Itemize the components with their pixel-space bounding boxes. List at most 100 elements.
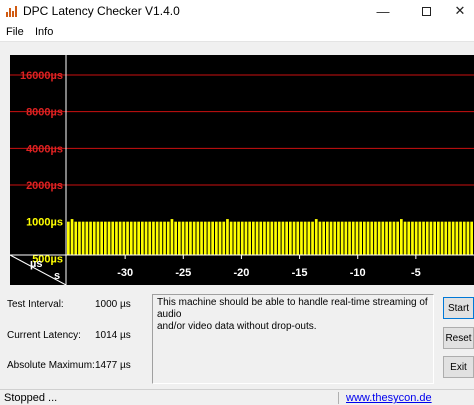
test-interval-label: Test Interval:: [7, 299, 64, 310]
latency-bar: [433, 221, 436, 255]
latency-bar: [333, 221, 337, 255]
latency-bar: [322, 221, 325, 255]
latency-bar: [252, 221, 255, 255]
latency-bar: [374, 221, 377, 255]
latency-bar: [377, 221, 381, 255]
reset-button[interactable]: Reset: [443, 327, 474, 349]
latency-bar: [470, 221, 473, 255]
latency-bar: [78, 221, 81, 255]
latency-bar: [263, 221, 266, 255]
latency-bar: [363, 221, 366, 255]
x-axis-unit-label: s: [54, 270, 60, 282]
latency-bar: [451, 221, 455, 255]
latency-bar: [166, 221, 170, 255]
latency-bar: [418, 221, 422, 255]
info-panel: Test Interval: 1000 µs Current Latency: …: [0, 294, 150, 384]
minimize-button[interactable]: —: [363, 0, 403, 22]
latency-bar: [192, 221, 196, 255]
latency-bar: [437, 221, 440, 255]
latency-bar: [92, 221, 96, 255]
latency-bar: [270, 221, 274, 255]
x-tick-label: -20: [233, 267, 249, 279]
latency-bar: [237, 221, 240, 255]
minimize-icon: —: [376, 3, 390, 19]
latency-bar: [203, 221, 207, 255]
latency-bar: [248, 221, 251, 255]
app-bars-icon: [6, 5, 18, 17]
y-axis-unit-label: µs: [30, 258, 42, 270]
latency-bar: [462, 221, 466, 255]
latency-bar: [444, 221, 448, 255]
latency-bar: [466, 221, 470, 255]
latency-bar: [370, 221, 374, 255]
latency-bar: [300, 221, 303, 255]
x-tick-label: -15: [292, 267, 308, 279]
menu-bar: File Info: [0, 22, 474, 42]
message-line-2: and/or video data without drop-outs.: [157, 321, 317, 332]
message-line-1: This machine should be able to handle re…: [157, 297, 428, 320]
latency-bar: [181, 221, 185, 255]
latency-bar: [141, 221, 144, 255]
status-text: Stopped ...: [4, 392, 58, 404]
latency-bar: [348, 221, 351, 255]
latency-bar: [366, 221, 370, 255]
latency-bar: [218, 221, 222, 255]
latency-bar: [159, 221, 163, 255]
test-interval-row: Test Interval: 1000 µs: [0, 299, 150, 313]
menu-file[interactable]: File: [6, 26, 24, 38]
latency-bar: [459, 221, 462, 255]
latency-bar: [303, 221, 307, 255]
latency-bar: [111, 221, 115, 255]
latency-bar: [185, 221, 189, 255]
latency-bar: [385, 221, 388, 255]
latency-bar: [285, 221, 288, 255]
latency-bar: [355, 221, 359, 255]
latency-bar: [392, 221, 396, 255]
latency-bar: [148, 221, 152, 255]
latency-bar: [137, 221, 140, 255]
latency-bar: [429, 221, 433, 255]
window-title: DPC Latency Checker V1.4.0: [23, 4, 180, 18]
absolute-maximum-value: 1477 µs: [95, 360, 131, 371]
website-link[interactable]: www.thesycon.de: [346, 392, 432, 404]
exit-button[interactable]: Exit: [443, 356, 474, 378]
latency-bar: [329, 221, 333, 255]
latency-bar: [455, 221, 459, 255]
latency-bar: [96, 221, 100, 255]
menu-info[interactable]: Info: [35, 26, 53, 38]
title-bar: DPC Latency Checker V1.4.0 — ✕: [0, 0, 474, 22]
latency-bar: [259, 221, 263, 255]
latency-bar: [155, 221, 159, 255]
latency-bar: [100, 221, 103, 255]
test-interval-value: 1000 µs: [95, 299, 131, 310]
latency-bar: [277, 221, 281, 255]
y-tick-label-2000: 2000µs: [26, 180, 63, 192]
close-button[interactable]: ✕: [440, 0, 474, 22]
latency-bar: [233, 221, 237, 255]
latency-bar: [67, 221, 70, 255]
x-tick-label: -25: [175, 267, 191, 279]
x-tick-label: -5: [411, 267, 421, 279]
latency-bar: [381, 221, 385, 255]
latency-bar: [222, 221, 226, 255]
latency-bar: [255, 221, 259, 255]
current-latency-label: Current Latency:: [7, 330, 81, 341]
latency-bar: [89, 221, 92, 255]
latency-bar: [311, 221, 314, 255]
latency-bar: [144, 221, 148, 255]
latency-bar: [307, 221, 311, 255]
latency-bar: [266, 221, 270, 255]
latency-bar: [152, 221, 155, 255]
latency-bar: [126, 221, 129, 255]
latency-bar: [359, 221, 362, 255]
y-tick-label-4000: 4000µs: [26, 143, 63, 155]
y-tick-label-8000: 8000µs: [26, 107, 63, 119]
start-button[interactable]: Start: [443, 297, 474, 319]
latency-bar: [196, 221, 200, 255]
latency-chart: 16000µs 8000µs 4000µs 2000µs 1000µs 500µs µs s -…: [10, 55, 474, 285]
x-tick-label: -10: [350, 267, 366, 279]
maximize-icon: [421, 6, 431, 16]
latency-bar: [351, 221, 355, 255]
absolute-maximum-row: Absolute Maximum: 1477 µs: [0, 360, 150, 374]
latency-bar: [107, 221, 111, 255]
